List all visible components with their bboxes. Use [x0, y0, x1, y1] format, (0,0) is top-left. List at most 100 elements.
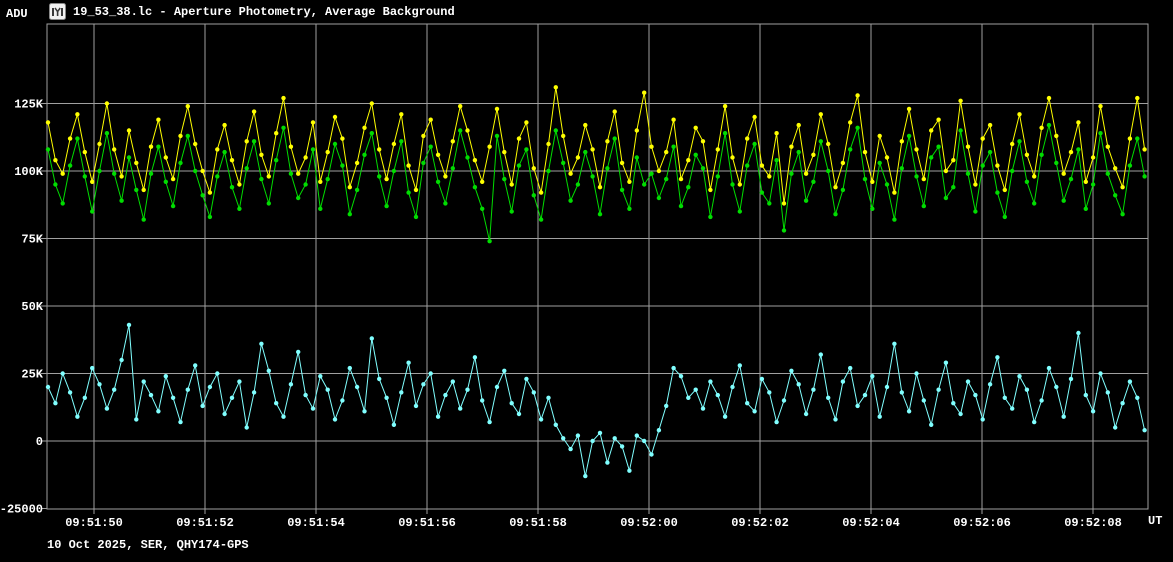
data-point — [671, 366, 675, 370]
data-point — [97, 382, 101, 386]
data-point — [694, 126, 698, 130]
data-point — [193, 169, 197, 173]
data-point — [252, 139, 256, 143]
data-point — [819, 112, 823, 116]
data-point — [1091, 182, 1095, 186]
data-point — [1025, 180, 1029, 184]
data-point — [134, 417, 138, 421]
data-point — [252, 390, 256, 394]
data-point — [370, 131, 374, 135]
data-point — [532, 390, 536, 394]
x-tick-label: 09:52:04 — [842, 516, 900, 530]
data-point — [1025, 153, 1029, 157]
data-point — [664, 404, 668, 408]
data-point — [649, 452, 653, 456]
data-point — [517, 412, 521, 416]
data-point — [819, 352, 823, 356]
data-point — [958, 412, 962, 416]
data-point — [1120, 212, 1124, 216]
data-point — [944, 361, 948, 365]
data-point — [958, 99, 962, 103]
data-point — [399, 112, 403, 116]
data-point — [164, 155, 168, 159]
data-point — [429, 118, 433, 122]
data-point — [1069, 150, 1073, 154]
data-point — [149, 393, 153, 397]
data-point — [568, 199, 572, 203]
data-point — [590, 147, 594, 151]
data-point — [907, 409, 911, 413]
data-point — [61, 201, 65, 205]
data-point — [215, 371, 219, 375]
data-point — [377, 147, 381, 151]
data-point — [914, 371, 918, 375]
data-point — [554, 423, 558, 427]
data-point — [708, 379, 712, 383]
data-point — [222, 123, 226, 127]
data-point — [90, 209, 94, 213]
data-point — [988, 382, 992, 386]
data-point — [752, 115, 756, 119]
data-point — [142, 217, 146, 221]
data-point — [333, 142, 337, 146]
data-point — [97, 169, 101, 173]
data-point — [576, 182, 580, 186]
data-point — [1120, 401, 1124, 405]
data-point — [171, 396, 175, 400]
data-point — [510, 209, 514, 213]
data-point — [944, 169, 948, 173]
data-point — [443, 201, 447, 205]
data-point — [399, 390, 403, 394]
data-point — [1113, 193, 1117, 197]
data-point — [237, 182, 241, 186]
data-point — [767, 390, 771, 394]
data-point — [642, 182, 646, 186]
data-point — [811, 180, 815, 184]
data-point — [362, 126, 366, 130]
data-point — [605, 139, 609, 143]
data-point — [576, 433, 580, 437]
data-point — [892, 190, 896, 194]
data-point — [230, 185, 234, 189]
data-point — [554, 128, 558, 132]
data-point — [289, 382, 293, 386]
series-line — [48, 125, 1145, 241]
data-point — [112, 388, 116, 392]
x-tick-label: 09:51:56 — [398, 516, 456, 530]
data-point — [222, 412, 226, 416]
data-point — [1084, 207, 1088, 211]
data-point — [112, 147, 116, 151]
data-point — [333, 115, 337, 119]
data-point — [178, 420, 182, 424]
data-point — [517, 163, 521, 167]
data-point — [406, 163, 410, 167]
data-point — [303, 393, 307, 397]
data-point — [414, 188, 418, 192]
data-point — [848, 120, 852, 124]
data-point — [708, 188, 712, 192]
data-point — [627, 180, 631, 184]
data-point — [1017, 139, 1021, 143]
data-point — [627, 207, 631, 211]
data-point — [311, 120, 315, 124]
data-point — [804, 412, 808, 416]
data-point — [900, 139, 904, 143]
data-point — [561, 436, 565, 440]
series-line — [48, 325, 1145, 476]
data-point — [127, 128, 131, 132]
data-point — [421, 134, 425, 138]
data-point — [613, 436, 617, 440]
data-point — [929, 423, 933, 427]
data-point — [716, 147, 720, 151]
data-point — [870, 374, 874, 378]
y-tick-label: 75K — [21, 233, 43, 247]
data-point — [951, 185, 955, 189]
data-point — [738, 209, 742, 213]
data-point — [414, 404, 418, 408]
data-point — [1032, 174, 1036, 178]
x-tick-label: 09:52:08 — [1064, 516, 1122, 530]
data-point — [495, 385, 499, 389]
data-point — [546, 169, 550, 173]
data-point — [1106, 390, 1110, 394]
data-point — [789, 369, 793, 373]
